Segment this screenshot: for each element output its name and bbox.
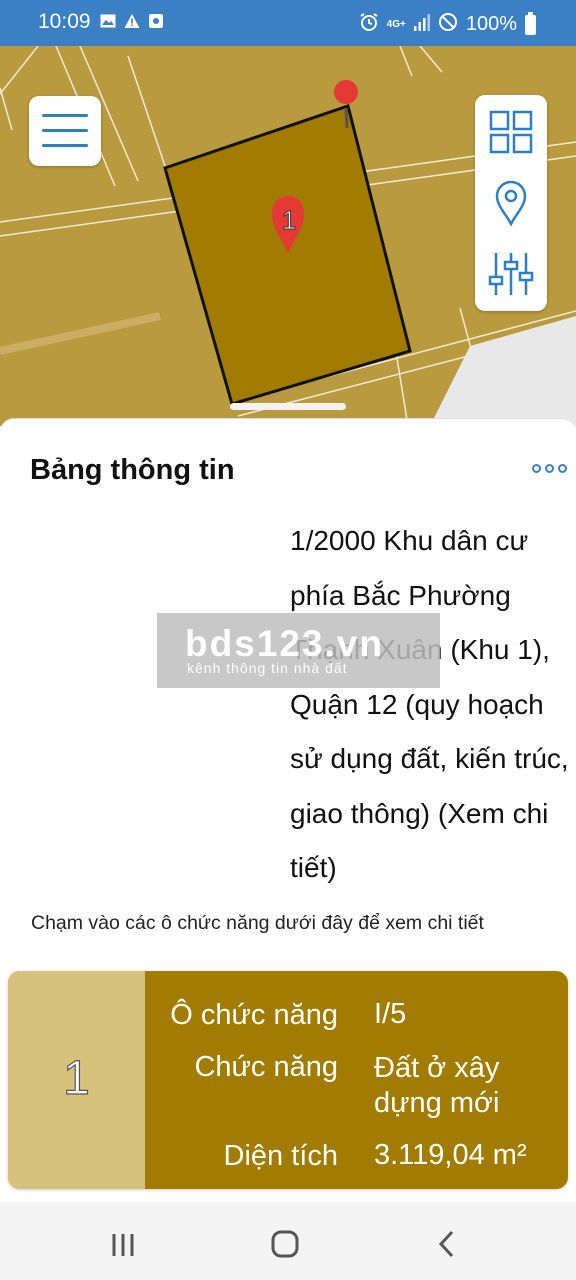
location-pin-icon — [495, 180, 527, 227]
my-location-button[interactable] — [486, 178, 536, 228]
more-icon — [532, 464, 541, 473]
network-type-label: 4G+ — [386, 18, 406, 30]
row-value-area: 3.119,04 m² — [374, 1139, 527, 1171]
card-number: 1 — [63, 1051, 91, 1105]
home-icon — [271, 1230, 299, 1258]
row-value-cell: I/5 — [374, 998, 407, 1030]
row-label-function: Chức năng — [194, 1051, 338, 1083]
menu-icon-line — [42, 144, 88, 147]
plan-description-link[interactable]: 1/2000 Khu dân cư phía Bắc Phường Thạnh … — [290, 514, 575, 896]
battery-icon — [525, 11, 536, 35]
notification-icons — [100, 13, 164, 29]
back-icon — [438, 1230, 454, 1258]
watermark: bds123.vn kênh thông tin nhà đất — [157, 613, 440, 688]
watermark-tagline: kênh thông tin nhà đất — [187, 660, 348, 676]
do-not-disturb-icon — [438, 12, 458, 37]
more-icon-dot — [558, 464, 567, 473]
signal-icon — [413, 13, 430, 36]
back-button[interactable] — [428, 1226, 468, 1262]
filter-settings-button[interactable] — [486, 249, 536, 299]
battery-percent: 100% — [465, 13, 517, 35]
parcel-marker-label: 1 — [282, 205, 296, 235]
pin-needle — [344, 107, 349, 129]
menu-button[interactable] — [29, 96, 101, 166]
sheet-drag-handle[interactable] — [230, 403, 346, 410]
alarm-icon — [359, 12, 379, 37]
row-value-function: Đất ở xây dựng mới — [374, 1052, 500, 1119]
home-button[interactable] — [265, 1226, 305, 1262]
navigation-bar — [0, 1202, 576, 1280]
map-toolbar — [475, 95, 547, 311]
function-cell-card[interactable]: 1 Ô chức năng I/5 Chức năng Đất ở xây dự… — [8, 971, 568, 1189]
sliders-icon — [488, 253, 534, 295]
app-notification-icon — [148, 13, 164, 29]
grid-view-button[interactable] — [486, 107, 536, 157]
row-label-cell: Ô chức năng — [170, 999, 338, 1031]
watermark-brand: bds123.vn — [185, 623, 384, 664]
status-time: 10:09 — [38, 10, 91, 33]
recents-icon — [112, 1234, 134, 1256]
menu-icon-line — [42, 129, 88, 132]
system-icons: 4G+ 100% — [359, 11, 536, 37]
row-label-area: Diện tích — [223, 1140, 338, 1172]
warning-icon — [124, 13, 140, 29]
more-options-button[interactable] — [532, 460, 568, 476]
selected-location-pin-icon[interactable] — [334, 80, 358, 104]
hint-text: Chạm vào các ô chức năng dưới đây để xem… — [31, 912, 484, 934]
grid-icon — [489, 110, 533, 154]
sheet-title: Bảng thông tin — [30, 454, 235, 486]
card-number-panel: 1 — [8, 971, 145, 1189]
recents-button[interactable] — [104, 1226, 144, 1262]
menu-icon — [42, 114, 88, 117]
gallery-icon — [100, 13, 116, 29]
status-bar: 10:09 4G+ 100% — [0, 0, 576, 46]
more-icon-dot — [545, 464, 554, 473]
